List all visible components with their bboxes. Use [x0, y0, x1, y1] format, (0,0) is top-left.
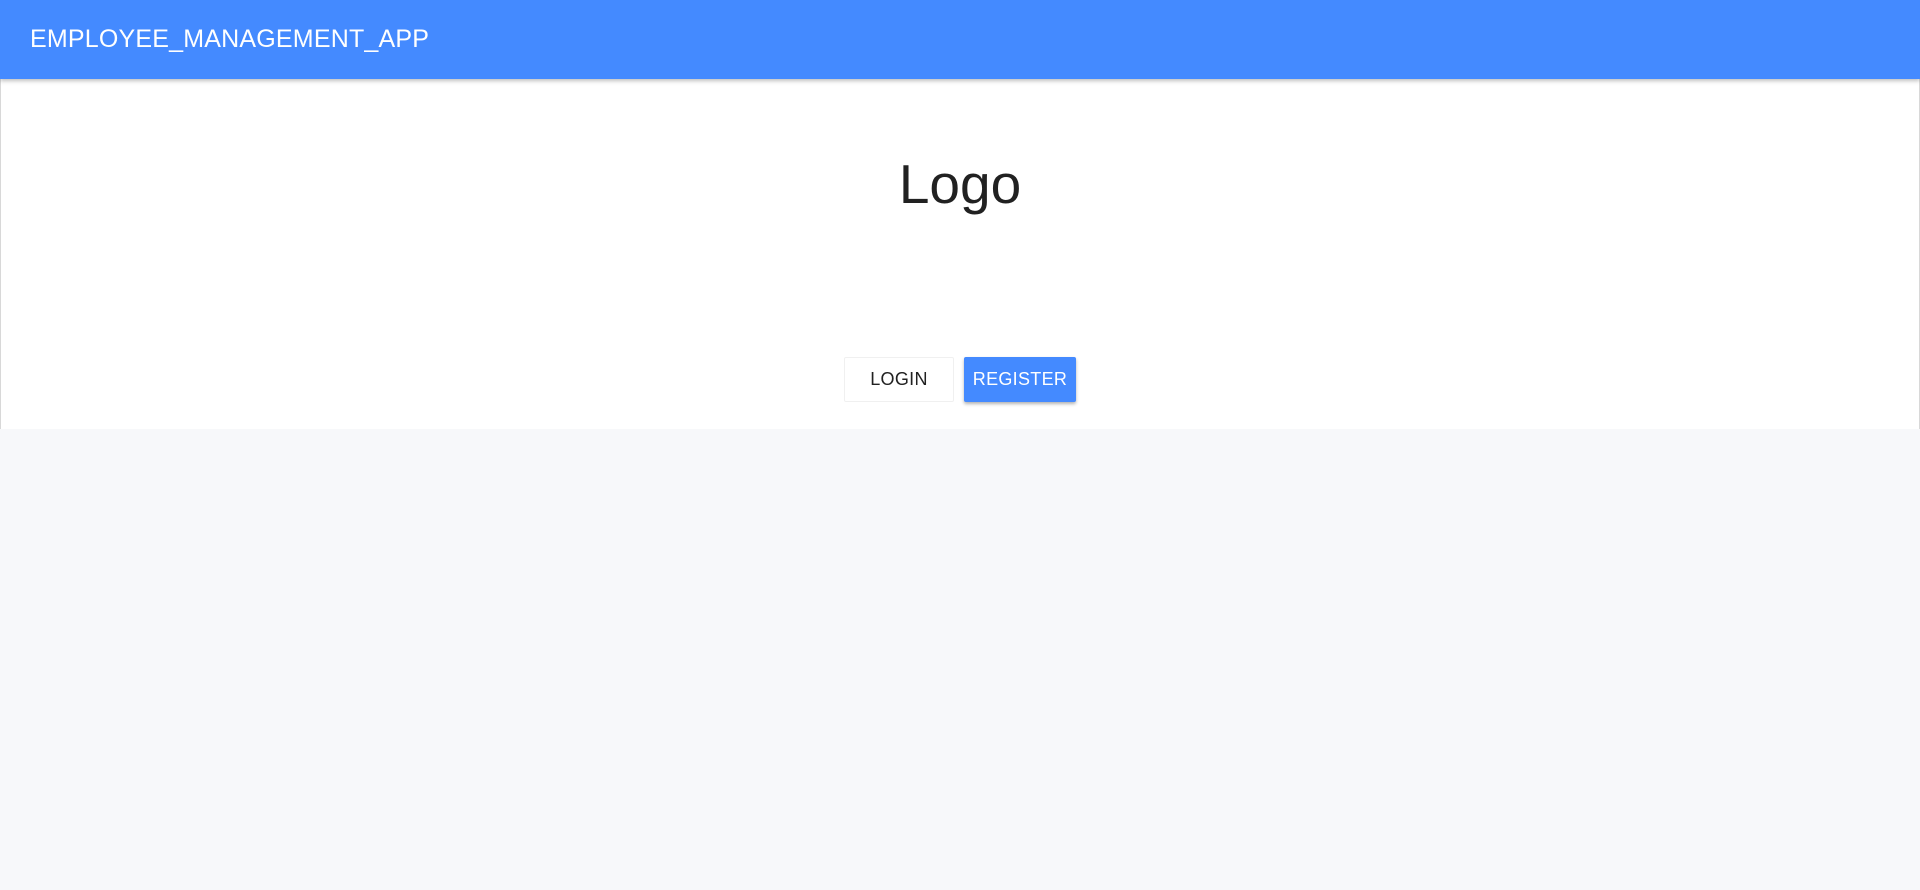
app-title: EMPLOYEE_MANAGEMENT_APP: [30, 25, 430, 53]
app-bar: EMPLOYEE_MANAGEMENT_APP: [0, 0, 1920, 79]
login-button[interactable]: LOGIN: [844, 357, 954, 402]
auth-button-row: LOGIN REGISTER: [1, 357, 1919, 402]
hero-card: Logo LOGIN REGISTER: [0, 79, 1920, 429]
page-background: [0, 429, 1920, 890]
logo-placeholder: Logo: [898, 153, 1022, 215]
register-button[interactable]: REGISTER: [964, 357, 1076, 402]
